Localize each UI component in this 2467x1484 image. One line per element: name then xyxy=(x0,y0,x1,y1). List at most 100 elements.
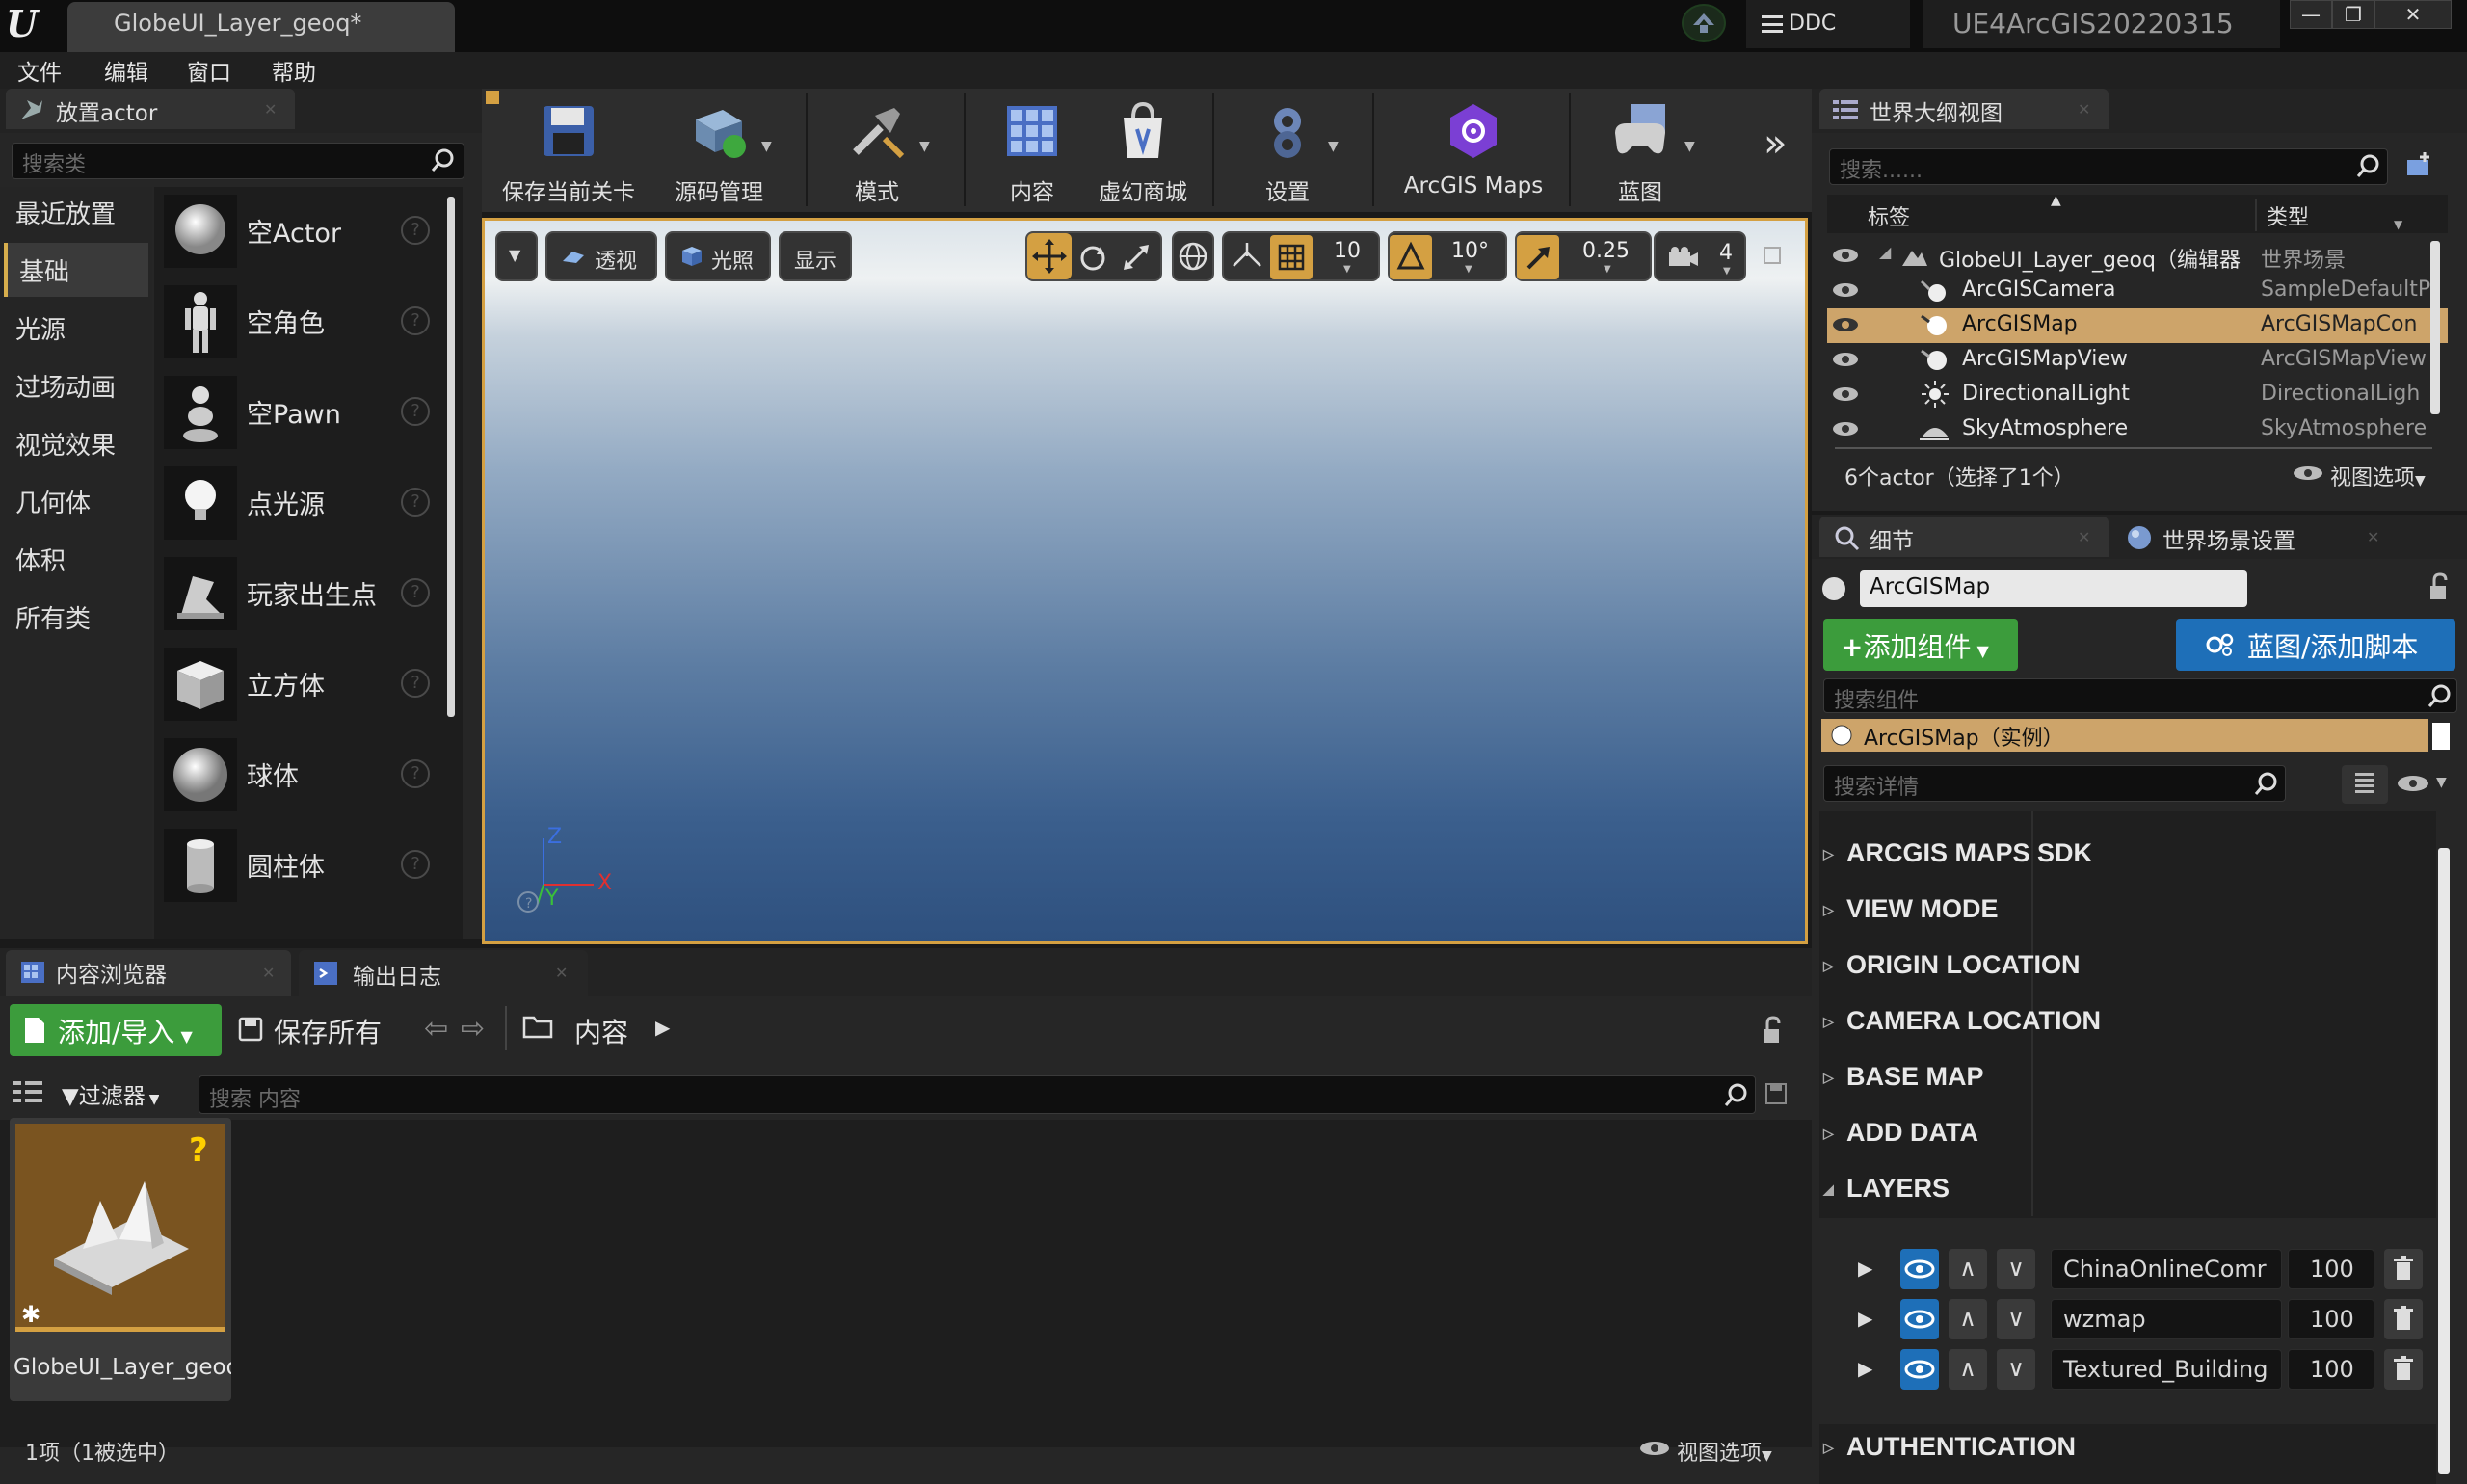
rotation-snap-value[interactable]: 10° xyxy=(1451,239,1489,263)
layer-move-up-button[interactable]: ∧ xyxy=(1949,1349,1987,1390)
modes-button[interactable]: 模式 xyxy=(819,94,935,210)
outliner-row-arcgismap[interactable]: ArcGISMap ArcGISMapCon xyxy=(1827,308,2448,343)
layer-move-down-button[interactable]: ∨ xyxy=(1997,1349,2035,1390)
tab-place-actors[interactable]: 放置actor ✕ xyxy=(6,89,295,129)
expand-layer-arrow-icon[interactable]: ▶ xyxy=(1858,1357,1872,1380)
source-control-status-icon[interactable] xyxy=(1682,4,1726,42)
actor-item-empty-actor[interactable]: 空Actor ? xyxy=(164,193,438,274)
add-import-button[interactable]: 添加/导入 ▼ xyxy=(10,1004,222,1056)
ddc-status[interactable]: DDC xyxy=(1746,0,1910,48)
help-icon[interactable]: ? xyxy=(401,669,430,698)
camera-speed-button[interactable]: 4 ▼ xyxy=(1654,231,1746,281)
save-level-button[interactable]: 保存当前关卡 xyxy=(493,94,644,210)
outliner-row-directionallight[interactable]: DirectionalLight DirectionalLigh xyxy=(1827,378,2448,412)
rotation-snap-dropdown-icon[interactable]: ▼ xyxy=(1465,264,1472,275)
layer-name-field[interactable]: wzmap xyxy=(2051,1299,2282,1339)
outliner-row-arcgiscamera[interactable]: ArcGISCamera SampleDefaultP xyxy=(1827,274,2448,308)
layer-delete-button[interactable] xyxy=(2384,1349,2423,1390)
eye-icon[interactable] xyxy=(1831,281,1860,299)
layer-visibility-toggle[interactable] xyxy=(1900,1249,1939,1289)
marketplace-button[interactable]: 虚幻商城 xyxy=(1087,94,1199,210)
content-search-input[interactable]: 搜索 内容 xyxy=(199,1075,1756,1114)
actor-item-empty-character[interactable]: 空角色 ? xyxy=(164,283,438,364)
layer-visibility-toggle[interactable] xyxy=(1900,1349,1939,1390)
outliner-scrollbar[interactable] xyxy=(2430,241,2440,414)
tab-output-log[interactable]: 输出日志 ✕ xyxy=(299,950,588,996)
tab-world-outliner[interactable]: 世界大纲视图 ✕ xyxy=(1819,89,2109,129)
add-folder-icon[interactable] xyxy=(2403,148,2438,183)
component-tree-root[interactable]: ArcGISMap（实例） xyxy=(1821,719,2428,752)
menu-window[interactable]: 窗口 xyxy=(187,54,231,87)
minimize-button[interactable]: — xyxy=(2290,0,2332,29)
lock-icon[interactable] xyxy=(2425,572,2452,603)
actor-item-sphere[interactable]: 球体 ? xyxy=(164,736,438,817)
layer-delete-button[interactable] xyxy=(2384,1249,2423,1289)
actor-item-point-light[interactable]: 点光源 ? xyxy=(164,464,438,545)
lighting-mode-button[interactable]: 光照 xyxy=(665,231,771,281)
unreal-logo-icon[interactable]: U xyxy=(6,2,44,46)
outliner-view-options[interactable]: 视图选项▼ xyxy=(2292,461,2426,491)
save-search-icon[interactable] xyxy=(1764,1081,1789,1106)
section-base-map[interactable]: ▷ BASE MAP xyxy=(1819,1052,2436,1106)
level-viewport[interactable] xyxy=(482,218,1808,944)
eye-icon[interactable] xyxy=(1831,316,1860,333)
close-tab-icon[interactable]: ✕ xyxy=(2078,100,2090,119)
layer-opacity-field[interactable]: 100 xyxy=(2288,1249,2374,1289)
show-flags-button[interactable]: 显示 xyxy=(779,231,852,281)
close-tab-icon[interactable]: ✕ xyxy=(264,100,277,119)
history-forward-arrow-icon[interactable]: ⇨ xyxy=(461,1012,485,1046)
layer-move-up-button[interactable]: ∧ xyxy=(1949,1299,1987,1339)
layer-delete-button[interactable] xyxy=(2384,1299,2423,1339)
close-tab-icon[interactable]: ✕ xyxy=(2078,528,2090,546)
eye-icon[interactable] xyxy=(1831,420,1860,437)
blueprints-button[interactable]: 蓝图 xyxy=(1584,94,1696,210)
actor-item-cube[interactable]: 立方体 ? xyxy=(164,646,438,727)
category-volumes[interactable]: 体积 xyxy=(4,532,148,586)
grid-snap-toggle[interactable] xyxy=(1270,235,1313,279)
scale-mode-button[interactable] xyxy=(1116,237,1158,278)
grid-snap-dropdown-icon[interactable]: ▼ xyxy=(1343,264,1351,275)
rotate-mode-button[interactable] xyxy=(1072,237,1114,278)
save-all-button[interactable]: 保存所有 xyxy=(237,1012,382,1050)
category-cinematic[interactable]: 过场动画 xyxy=(4,358,148,412)
outliner-row-arcgismapview[interactable]: ArcGISMapView ArcGISMapView xyxy=(1827,343,2448,378)
help-icon[interactable]: ? xyxy=(401,397,430,426)
eye-icon[interactable] xyxy=(1831,385,1860,403)
details-scrollbar[interactable] xyxy=(2438,848,2450,1474)
add-component-button[interactable]: +添加组件 ▼ xyxy=(1823,619,2018,671)
details-visibility-options[interactable]: ▼ xyxy=(2396,773,2454,796)
layer-opacity-field[interactable]: 100 xyxy=(2288,1349,2374,1390)
settings-dropdown-icon[interactable]: ▼ xyxy=(1328,139,1339,154)
source-control-dropdown-icon[interactable]: ▼ xyxy=(761,139,772,154)
actor-item-player-start[interactable]: 玩家出生点 ? xyxy=(164,555,438,636)
tab-content-browser[interactable]: 内容浏览器 ✕ xyxy=(6,950,291,996)
component-list-scrollbar[interactable] xyxy=(2432,723,2450,750)
layer-move-up-button[interactable]: ∧ xyxy=(1949,1249,1987,1289)
path-chevron-right-icon[interactable]: ▶ xyxy=(655,1016,670,1039)
layer-name-field[interactable]: ChinaOnlineComr xyxy=(2051,1249,2282,1289)
place-actors-search-input[interactable]: 搜索类 xyxy=(12,143,464,179)
actor-item-cylinder[interactable]: 圆柱体 ? xyxy=(164,827,438,908)
section-layers[interactable]: ◢ LAYERS xyxy=(1819,1164,2436,1218)
filters-button[interactable]: ▼过滤器 ▼ xyxy=(62,1077,159,1110)
actor-item-empty-pawn[interactable]: 空Pawn ? xyxy=(164,374,438,455)
category-recent[interactable]: 最近放置 xyxy=(4,185,148,239)
expand-arrow-icon[interactable]: ◢ xyxy=(1879,243,1891,261)
outliner-row-world[interactable]: ◢ GlobeUI_Layer_geoq（编辑器 世界场景 xyxy=(1827,239,2448,274)
menu-file[interactable]: 文件 xyxy=(17,54,62,87)
help-icon[interactable]: ? xyxy=(401,578,430,607)
layer-move-down-button[interactable]: ∨ xyxy=(1997,1249,2035,1289)
section-view-mode[interactable]: ▷ VIEW MODE xyxy=(1819,885,2436,939)
expand-layer-arrow-icon[interactable]: ▶ xyxy=(1858,1307,1872,1330)
world-local-toggle[interactable] xyxy=(1172,231,1214,281)
layer-move-down-button[interactable]: ∨ xyxy=(1997,1299,2035,1339)
layer-name-field[interactable]: Textured_Building xyxy=(2051,1349,2282,1390)
search-details-input[interactable]: 搜索详情 xyxy=(1823,765,2286,802)
help-icon[interactable]: ? xyxy=(401,759,430,788)
actor-name-input[interactable]: ArcGISMap xyxy=(1860,570,2247,607)
category-geometry[interactable]: 几何体 xyxy=(4,474,148,528)
tab-world-settings[interactable]: 世界场景设置 ✕ xyxy=(2112,517,2401,557)
maximize-viewport-icon[interactable] xyxy=(1764,247,1781,264)
outliner-row-skyatmosphere[interactable]: SkyAtmosphere SkyAtmosphere xyxy=(1827,412,2448,447)
category-all-classes[interactable]: 所有类 xyxy=(4,590,148,644)
